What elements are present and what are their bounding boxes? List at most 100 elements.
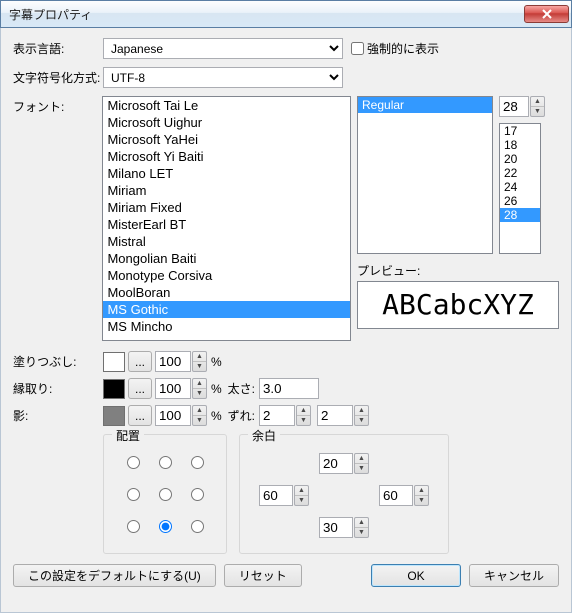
spin-down-icon[interactable]: ▼	[297, 416, 310, 425]
set-default-button[interactable]: この設定をデフォルトにする(U)	[13, 564, 216, 587]
language-select[interactable]: Japanese	[103, 38, 343, 59]
outline-row: 縁取り: ... ▲▼ % 太さ:	[13, 378, 559, 399]
font-item[interactable]: Microsoft Uighur	[103, 114, 350, 131]
spin-down-icon[interactable]: ▼	[355, 528, 368, 537]
size-item[interactable]: 28	[500, 208, 540, 222]
close-button[interactable]	[524, 5, 569, 23]
encoding-select[interactable]: UTF-8	[103, 67, 343, 88]
alignment-radio-2[interactable]	[191, 456, 204, 469]
font-item[interactable]: Miriam Fixed	[103, 199, 350, 216]
spin-up-icon[interactable]: ▲	[297, 406, 310, 416]
font-item[interactable]: MS Gothic	[103, 301, 350, 318]
outline-pct-label: %	[211, 382, 222, 396]
outline-picker-button[interactable]: ...	[128, 378, 152, 399]
fill-row: 塗りつぶし: ... ▲▼ %	[13, 351, 559, 372]
font-item[interactable]: Monotype Corsiva	[103, 267, 350, 284]
font-item[interactable]: Mongolian Baiti	[103, 250, 350, 267]
reset-button[interactable]: リセット	[224, 564, 302, 587]
ok-button[interactable]: OK	[371, 564, 461, 587]
style-list[interactable]: Regular	[357, 96, 493, 254]
shadow-offy-spinner[interactable]: ▲▼	[354, 405, 369, 426]
style-item[interactable]: Regular	[358, 97, 492, 113]
shadow-pct-label: %	[211, 409, 222, 423]
spin-up-icon[interactable]: ▲	[193, 406, 206, 416]
margin-left-input[interactable]	[259, 485, 293, 506]
spin-down-icon[interactable]: ▼	[193, 362, 206, 371]
outline-opacity-spinner[interactable]: ▲▼	[192, 378, 207, 399]
size-input[interactable]	[499, 96, 529, 117]
shadow-offx-spinner[interactable]: ▲▼	[296, 405, 311, 426]
thickness-label: 太さ:	[228, 380, 255, 397]
font-item[interactable]: Mistral	[103, 233, 350, 250]
shadow-opacity-input[interactable]	[155, 405, 191, 426]
spin-up-icon[interactable]: ▲	[193, 352, 206, 362]
preview-box: ABCabcXYZ	[357, 281, 559, 329]
alignment-radio-4[interactable]	[159, 488, 172, 501]
margin-left-spinner[interactable]: ▲▼	[294, 485, 309, 506]
alignment-radio-3[interactable]	[127, 488, 140, 501]
margin-right-input[interactable]	[379, 485, 413, 506]
fill-opacity-input[interactable]	[155, 351, 191, 372]
spin-down-icon[interactable]: ▼	[193, 416, 206, 425]
margin-top-input[interactable]	[319, 453, 353, 474]
spin-down-icon[interactable]: ▼	[295, 496, 308, 505]
fill-swatch[interactable]	[103, 352, 125, 372]
spin-up-icon[interactable]: ▲	[295, 486, 308, 496]
outline-opacity-input[interactable]	[155, 378, 191, 399]
font-item[interactable]: MoolBoran	[103, 284, 350, 301]
font-item[interactable]: Miriam	[103, 182, 350, 199]
size-spinner[interactable]: ▲▼	[530, 96, 545, 117]
alignment-radio-8[interactable]	[191, 520, 204, 533]
margin-right-spinner[interactable]: ▲▼	[414, 485, 429, 506]
alignment-radio-6[interactable]	[127, 520, 140, 533]
spin-up-icon[interactable]: ▲	[355, 454, 368, 464]
outline-swatch[interactable]	[103, 379, 125, 399]
fill-opacity-spinner[interactable]: ▲▼	[192, 351, 207, 372]
shadow-label: 影:	[13, 407, 103, 424]
font-item[interactable]: Microsoft YaHei	[103, 131, 350, 148]
alignment-radio-1[interactable]	[159, 456, 172, 469]
spin-down-icon[interactable]: ▼	[355, 416, 368, 425]
font-item[interactable]: MS Mincho	[103, 318, 350, 335]
shadow-swatch[interactable]	[103, 406, 125, 426]
size-item[interactable]: 18	[500, 138, 540, 152]
size-item[interactable]: 26	[500, 194, 540, 208]
force-show-checkbox[interactable]	[351, 42, 364, 55]
size-item[interactable]: 20	[500, 152, 540, 166]
alignment-radio-0[interactable]	[127, 456, 140, 469]
font-item[interactable]: Milano LET	[103, 165, 350, 182]
alignment-radio-7[interactable]	[159, 520, 172, 533]
shadow-row: 影: ... ▲▼ % ずれ: ▲▼ ▲▼	[13, 405, 559, 426]
spin-up-icon[interactable]: ▲	[193, 379, 206, 389]
font-item[interactable]: MisterEarl BT	[103, 216, 350, 233]
spin-up-icon[interactable]: ▲	[531, 97, 544, 107]
spin-down-icon[interactable]: ▼	[355, 464, 368, 473]
shadow-offx-input[interactable]	[259, 405, 295, 426]
margin-top-spinner[interactable]: ▲▼	[354, 453, 369, 474]
margins-group: 余白 ▲▼ ▲▼ ▲▼	[239, 434, 449, 554]
size-list[interactable]: 17182022242628	[499, 123, 541, 254]
outline-thickness-input[interactable]	[259, 378, 319, 399]
spin-up-icon[interactable]: ▲	[355, 518, 368, 528]
spin-down-icon[interactable]: ▼	[531, 107, 544, 116]
margin-right-cell: ▲▼	[379, 485, 429, 506]
size-item[interactable]: 22	[500, 166, 540, 180]
shadow-offy-input[interactable]	[317, 405, 353, 426]
fill-picker-button[interactable]: ...	[128, 351, 152, 372]
font-item[interactable]: Microsoft Tai Le	[103, 97, 350, 114]
alignment-radio-5[interactable]	[191, 488, 204, 501]
font-item[interactable]: Microsoft Yi Baiti	[103, 148, 350, 165]
font-list[interactable]: Microsoft Tai LeMicrosoft UighurMicrosof…	[102, 96, 351, 341]
spin-up-icon[interactable]: ▲	[355, 406, 368, 416]
spin-up-icon[interactable]: ▲	[415, 486, 428, 496]
spin-down-icon[interactable]: ▼	[415, 496, 428, 505]
shadow-opacity-spinner[interactable]: ▲▼	[192, 405, 207, 426]
spin-down-icon[interactable]: ▼	[193, 389, 206, 398]
margins-grid: ▲▼ ▲▼ ▲▼ ▲▼	[254, 447, 434, 543]
margin-bottom-spinner[interactable]: ▲▼	[354, 517, 369, 538]
shadow-picker-button[interactable]: ...	[128, 405, 152, 426]
size-item[interactable]: 17	[500, 124, 540, 138]
size-item[interactable]: 24	[500, 180, 540, 194]
margin-bottom-input[interactable]	[319, 517, 353, 538]
cancel-button[interactable]: キャンセル	[469, 564, 559, 587]
